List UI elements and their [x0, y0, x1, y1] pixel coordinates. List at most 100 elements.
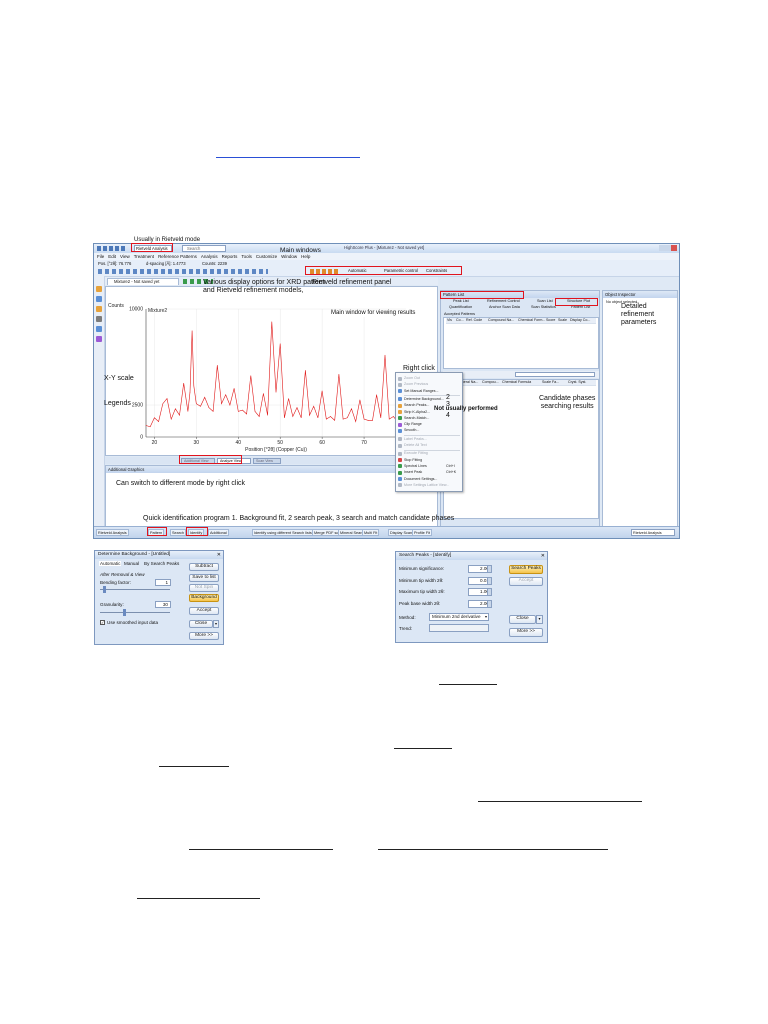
search-peaks-button[interactable]: Search Peaks	[509, 565, 543, 574]
context-menu-item[interactable]: Execute Fitting	[404, 451, 428, 456]
method-select[interactable]: Minimum 2nd derivative ▾	[429, 613, 489, 621]
taskbar-item[interactable]: Identify using different Search lists	[252, 529, 314, 536]
search-box[interactable]: Search	[182, 245, 226, 252]
tool-icon[interactable]	[96, 296, 102, 302]
search-more-button[interactable]: More >>	[509, 628, 543, 637]
menu-item[interactable]: Analysis	[201, 253, 218, 260]
document-link-underline[interactable]	[216, 157, 360, 158]
bending-input[interactable]: 1	[155, 579, 171, 586]
column-header[interactable]: Chemical Form...	[518, 318, 545, 323]
search-field-input[interactable]: 2.00	[468, 599, 492, 608]
column-header[interactable]: Scale	[558, 318, 567, 323]
save-to-list-button[interactable]: Save to list	[189, 574, 219, 582]
spinner-icon[interactable]	[487, 566, 491, 572]
use-smoothed-checkbox[interactable]: ✓	[100, 620, 105, 625]
quick-access-icons[interactable]	[97, 246, 127, 251]
tab-scan-list[interactable]: Scan List	[537, 299, 553, 303]
context-menu-item[interactable]: Smooth...	[404, 428, 419, 433]
taskbar-item[interactable]: Search	[170, 529, 187, 536]
chart-tab-scan[interactable]: Scan View	[253, 458, 281, 464]
spinner-icon[interactable]	[487, 577, 491, 584]
column-header[interactable]: Chemical Formula	[502, 380, 531, 385]
column-header[interactable]: Cryst. Syst.	[568, 380, 586, 385]
tab-peak-list[interactable]: Peak List	[453, 299, 469, 303]
taskbar-item[interactable]: Rietveld Analysis	[96, 529, 129, 536]
tab-automatic[interactable]: Automatic	[99, 561, 122, 566]
document-tab[interactable]: Mixture2 - Not saved yet	[107, 278, 179, 285]
tool-icon[interactable]	[96, 336, 102, 342]
background-button[interactable]: Background	[189, 594, 219, 602]
context-menu-item[interactable]: Determine Background...	[404, 397, 444, 402]
granularity-slider-thumb[interactable]	[123, 609, 126, 616]
column-header[interactable]: Compound Na...	[488, 318, 514, 323]
context-menu-item[interactable]: Label Peaks...	[404, 437, 427, 442]
context-menu-item[interactable]: Zoom Previous	[404, 382, 428, 387]
column-header[interactable]: Compou...	[482, 380, 499, 385]
trend-select[interactable]	[429, 624, 489, 632]
search-close-dropdown-icon[interactable]: ▾	[536, 615, 543, 624]
context-menu-item[interactable]: Clip Range	[404, 422, 422, 427]
menu-item[interactable]: Edit	[108, 253, 116, 260]
column-header[interactable]: Vis	[447, 318, 452, 323]
context-menu-item[interactable]: Stop Fitting	[404, 458, 422, 463]
menu-item[interactable]: Treatment	[134, 253, 154, 260]
context-menu-item[interactable]: Zoom Out	[404, 376, 420, 381]
context-menu-item[interactable]: Insert Peak	[404, 470, 422, 475]
search-close-icon[interactable]: ✕	[541, 553, 545, 559]
context-menu-item[interactable]: Document Settings...	[404, 477, 437, 482]
taskbar-item[interactable]: Profile Fit	[412, 529, 433, 536]
menu-item[interactable]: Help	[301, 253, 310, 260]
tab-quantification[interactable]: Quantification	[449, 305, 472, 309]
menu-item[interactable]: Reports	[222, 253, 238, 260]
more-button[interactable]: More >>	[189, 632, 219, 640]
tab-refinement-control[interactable]: Refinement Control	[487, 299, 520, 303]
granularity-input[interactable]: 30	[155, 601, 171, 608]
spinner-icon[interactable]	[487, 589, 491, 595]
search-close-button[interactable]: Close	[509, 615, 536, 624]
candidate-search-box[interactable]	[515, 372, 595, 377]
menu-item[interactable]: View	[120, 253, 130, 260]
context-menu-item[interactable]: Set Manual Ranges...	[404, 389, 439, 394]
tab-manual[interactable]: Manual	[124, 561, 139, 566]
tool-icon[interactable]	[96, 326, 102, 332]
tab-anchor-scan[interactable]: Anchor Scan Data	[489, 305, 520, 309]
bending-slider-thumb[interactable]	[103, 586, 106, 593]
spinner-icon[interactable]	[487, 600, 491, 607]
context-menu-item[interactable]: Delete All Text	[404, 443, 427, 448]
bending-slider[interactable]	[100, 589, 170, 590]
accept-button[interactable]: Accept	[189, 607, 219, 615]
subtract-button[interactable]: Subtract	[189, 563, 219, 571]
menu-item[interactable]: Customize	[256, 253, 277, 260]
column-header[interactable]: Display Co...	[570, 318, 590, 323]
close-button[interactable]: Close	[189, 620, 213, 628]
not-spin-button[interactable]: Not Spin	[189, 584, 219, 592]
column-header[interactable]: Co...	[456, 318, 464, 323]
taskbar-item[interactable]: Multi Fit	[362, 529, 380, 536]
search-field-input[interactable]: 0.01	[468, 576, 492, 585]
search-field-input[interactable]: 2.00	[468, 565, 492, 573]
window-controls[interactable]	[659, 245, 677, 251]
search-field-input[interactable]: 1.00	[468, 588, 492, 596]
menu-item[interactable]: Reference Patterns	[158, 253, 197, 260]
taskbar-mode-combo[interactable]: Rietveld Analysis	[631, 529, 675, 536]
context-menu-item[interactable]: Search Peaks...	[404, 403, 429, 408]
column-header[interactable]: Score	[546, 318, 555, 323]
context-menu-item[interactable]: Spectral Lines	[404, 464, 427, 469]
tool-icon[interactable]	[96, 306, 102, 312]
taskbar-item[interactable]: Additional	[208, 529, 229, 536]
tab-by-search-peaks[interactable]: By Search Peaks	[144, 561, 179, 566]
menu-item[interactable]: Tools	[241, 253, 252, 260]
menu-item[interactable]: Window	[281, 253, 297, 260]
tool-icon[interactable]	[96, 316, 102, 322]
toolbar-icons[interactable]	[98, 269, 268, 274]
tab-scan-statistics[interactable]: Scan Statistics	[531, 305, 556, 309]
background-close-icon[interactable]: ✕	[217, 552, 221, 558]
column-header[interactable]: Ref. Code	[466, 318, 482, 323]
tool-icon[interactable]	[96, 286, 102, 292]
context-menu-item[interactable]: Search-Match...	[404, 416, 429, 421]
context-menu-item[interactable]: Strip K-Alpha2...	[404, 410, 430, 415]
column-header[interactable]: Scale Fa...	[542, 380, 559, 385]
context-menu-item[interactable]: More Settings Lattice View...	[404, 483, 449, 488]
close-dropdown-icon[interactable]: ▾	[213, 620, 219, 628]
granularity-slider[interactable]	[100, 612, 170, 613]
